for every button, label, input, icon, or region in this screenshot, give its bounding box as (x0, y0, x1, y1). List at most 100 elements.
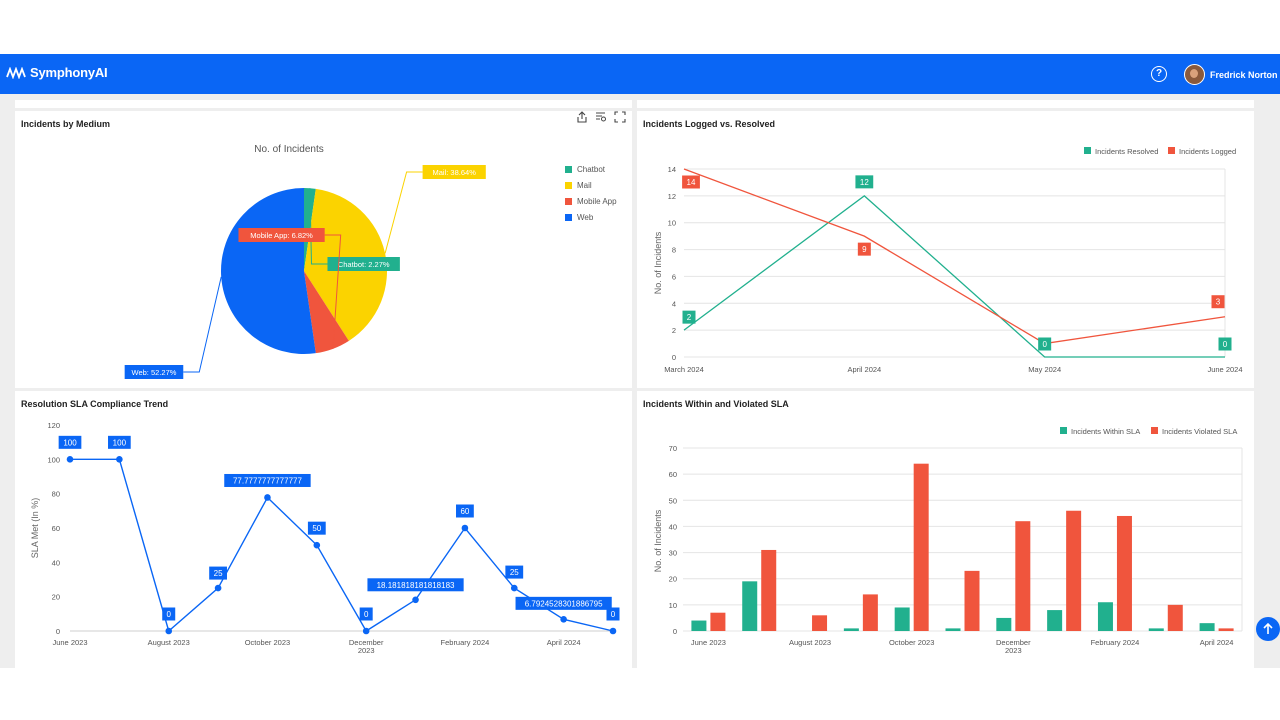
card-top-strip (15, 100, 632, 108)
bar (913, 463, 929, 631)
y-tick-label: 80 (52, 490, 60, 499)
data-point (510, 584, 518, 592)
y-tick-label: 20 (669, 575, 677, 584)
bar (812, 615, 828, 631)
bar (843, 628, 859, 631)
top-bar: SymphonyAI ? Fredrick Norton (0, 54, 1280, 94)
card-incidents-by-medium: Incidents by Medium No. of Incidents Cha… (15, 111, 632, 388)
legend-swatch (1168, 147, 1175, 154)
legend-label: Incidents Logged (1179, 147, 1236, 156)
sla-bar-chart: No. of Incidents 0 10 20 30 40 50 60 70 June 202… (653, 427, 1243, 655)
legend-label: Mobile App (577, 197, 617, 206)
data-point (560, 616, 567, 623)
chart-title: No. of Incidents (254, 144, 323, 155)
user-menu[interactable]: Fredrick Norton (1184, 64, 1278, 85)
data-label: 0 (167, 610, 172, 619)
x-tick-label: June 2023 (52, 638, 87, 647)
data-label: 0 (611, 610, 616, 619)
pie-chart: No. of Incidents Chatbot: 2.27% Mail: 38.… (124, 144, 617, 379)
data-label-resolved: 2 (687, 313, 692, 322)
x-tick-label: May 2024 (1028, 365, 1061, 374)
bottom-margin (0, 668, 1280, 720)
bar (1066, 510, 1082, 631)
legend-swatch (565, 198, 572, 205)
y-tick-label: 14 (668, 165, 676, 174)
y-axis-label: SLA Met (In %) (30, 498, 40, 559)
data-point (609, 627, 617, 635)
legend-swatch (565, 166, 572, 173)
y-tick-label: 100 (47, 455, 60, 464)
logged-line-chart: No. of Incidents 0 2 4 6 8 10 12 14 March 2024 Ap… (653, 147, 1243, 374)
y-tick-label: 60 (669, 470, 677, 479)
y-tick-label: 10 (668, 219, 676, 228)
pie-leader-line (384, 171, 423, 254)
x-tick-label: 2023 (1005, 646, 1022, 655)
legend-label: Web (577, 213, 594, 222)
y-tick-label: 0 (672, 353, 676, 362)
bar (964, 570, 980, 631)
legend-label: Incidents Within SLA (1071, 427, 1140, 436)
bar (742, 581, 758, 631)
bar (894, 607, 910, 631)
brand-logo[interactable]: SymphonyAI (6, 65, 108, 80)
y-axis-label: No. of Incidents (653, 231, 663, 294)
symphony-logo-icon (6, 66, 26, 79)
y-tick-label: 120 (47, 421, 60, 430)
legend-swatch (1084, 147, 1091, 154)
y-axis-label: No. of Incidents (653, 509, 663, 572)
legend-swatch (565, 214, 572, 221)
bar (1148, 628, 1164, 631)
pie-slice (220, 188, 316, 354)
data-point (313, 541, 321, 549)
data-label: 25 (214, 569, 223, 578)
y-tick-label: 4 (672, 299, 676, 308)
bar (1015, 521, 1031, 631)
data-label: 0 (364, 610, 369, 619)
bar (1218, 628, 1234, 631)
card-within-violated-sla: Incidents Within and Violated SLA No. of… (637, 391, 1254, 668)
x-tick-label: April 2024 (1200, 638, 1234, 647)
bar (1097, 602, 1113, 631)
x-tick-label: 2023 (358, 646, 375, 655)
data-label: 100 (63, 438, 77, 447)
x-tick-label: October 2023 (889, 638, 934, 647)
y-tick-label: 20 (52, 593, 60, 602)
data-label-resolved: 0 (1042, 340, 1047, 349)
data-point (461, 524, 469, 532)
avatar (1184, 64, 1205, 85)
x-tick-label: June 2024 (1207, 365, 1242, 374)
bar (691, 620, 707, 631)
data-point (362, 627, 370, 635)
data-label-logged: 9 (862, 245, 867, 254)
y-tick-label: 12 (668, 192, 676, 201)
data-label: 77.7777777777777 (233, 476, 303, 485)
help-icon[interactable]: ? (1151, 66, 1167, 82)
x-tick-label: August 2023 (789, 638, 831, 647)
legend-label: Mail (577, 181, 592, 190)
y-tick-label: 2 (672, 326, 676, 335)
data-label-logged: 3 (1216, 298, 1221, 307)
bar (1116, 515, 1132, 631)
series-line (683, 168, 1226, 345)
data-label-resolved: 0 (1223, 340, 1228, 349)
data-label: 6.7924528301886795 (525, 599, 603, 608)
data-label: 25 (510, 568, 519, 577)
card-top-strip (637, 100, 1254, 108)
user-name: Fredrick Norton (1210, 69, 1278, 80)
bar (996, 617, 1012, 631)
data-point (412, 596, 419, 604)
data-label: 50 (312, 524, 321, 533)
data-point (116, 456, 123, 463)
x-tick-label: April 2024 (547, 638, 581, 647)
scroll-to-top-button[interactable] (1256, 617, 1280, 641)
legend-swatch (1151, 427, 1158, 434)
bar (862, 594, 878, 631)
data-label: 100 (113, 438, 127, 447)
x-tick-label: March 2024 (664, 365, 704, 374)
bar (1047, 610, 1063, 631)
card-incidents-logged-vs-resolved: Incidents Logged vs. Resolved No. of Inc… (637, 111, 1254, 388)
legend-label: Chatbot (577, 165, 606, 174)
legend-swatch (1060, 427, 1067, 434)
bar (1167, 604, 1183, 631)
data-label: 18.181818181818183 (377, 581, 455, 590)
